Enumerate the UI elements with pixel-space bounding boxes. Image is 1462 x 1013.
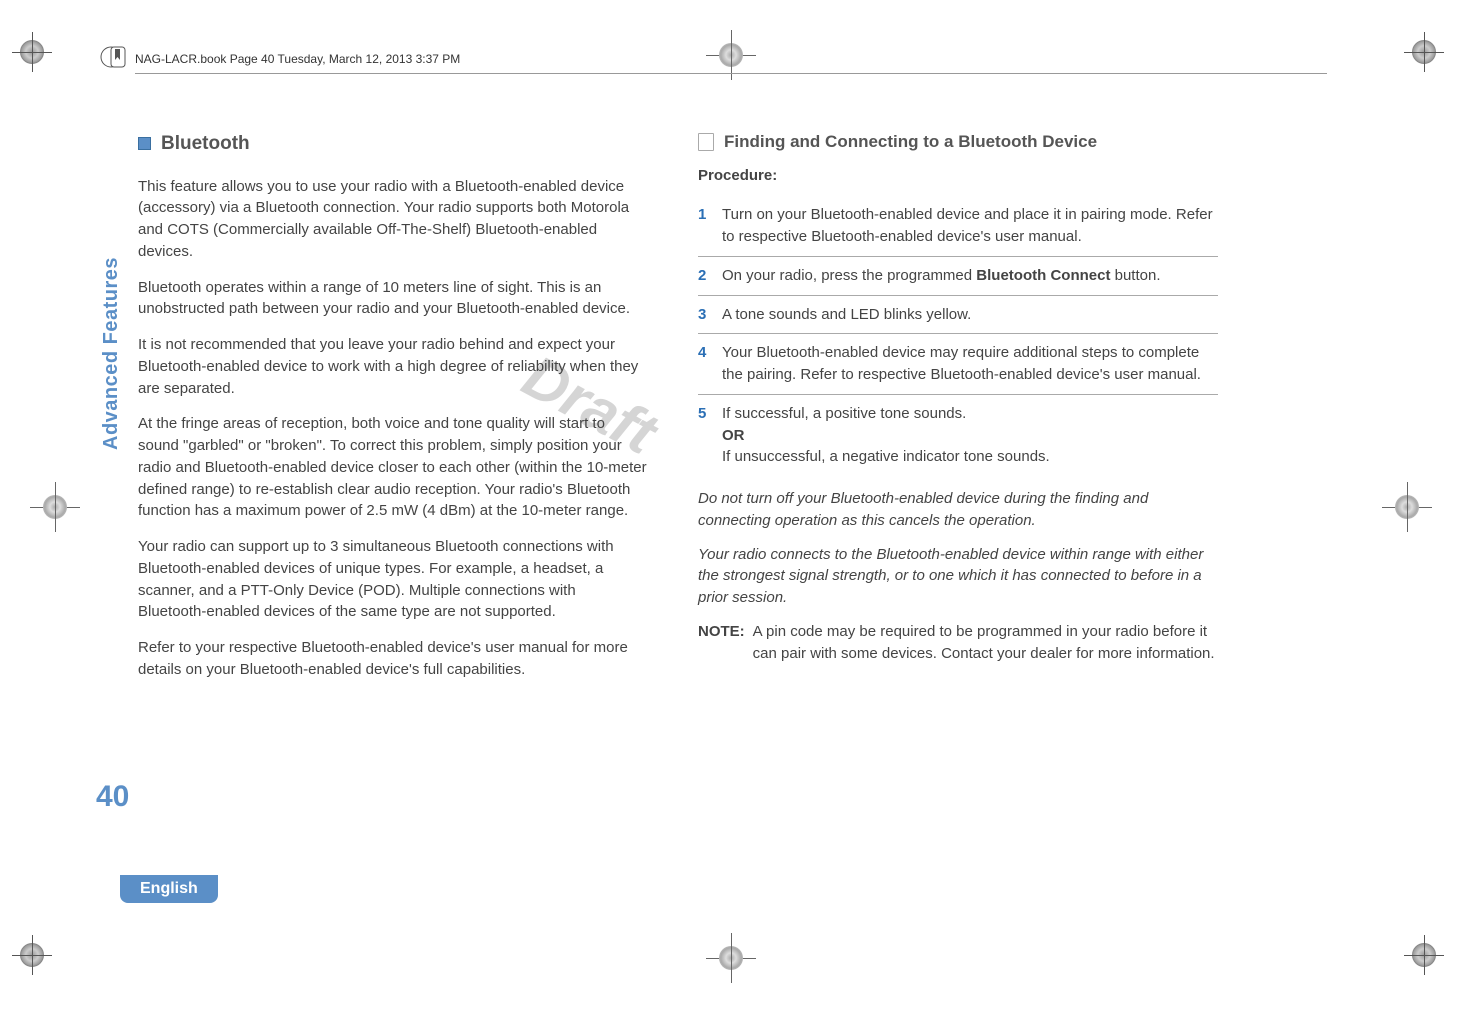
heading-text: Bluetooth	[161, 130, 250, 158]
paragraph: Your radio can support up to 3 simultane…	[138, 536, 648, 623]
note-label: NOTE:	[698, 621, 745, 665]
note-block: NOTE: A pin code may be required to be p…	[698, 621, 1218, 665]
step-number: 3	[698, 304, 712, 326]
step-text-part: button.	[1110, 267, 1160, 284]
step-text: On your radio, press the programmed Blue…	[722, 265, 1218, 287]
header-rule	[135, 73, 1327, 74]
step-or: OR	[722, 427, 745, 444]
procedure-step: 4 Your Bluetooth-enabled device may requ…	[698, 334, 1218, 395]
registration-mark-icon	[706, 933, 756, 983]
paragraph: It is not recommended that you leave you…	[138, 334, 648, 399]
sub-heading: Finding and Connecting to a Bluetooth De…	[698, 130, 1218, 155]
procedure-step: 1 Turn on your Bluetooth-enabled device …	[698, 196, 1218, 257]
page-number: 40	[96, 780, 129, 814]
left-column: Bluetooth This feature allows you to use…	[138, 130, 648, 893]
note-text: A pin code may be required to be program…	[753, 621, 1218, 665]
step-number: 5	[698, 403, 712, 468]
registration-mark-icon	[30, 482, 80, 532]
procedure-step: 3 A tone sounds and LED blinks yellow.	[698, 296, 1218, 335]
manual-icon	[698, 133, 714, 151]
step-number: 4	[698, 342, 712, 386]
registration-mark-icon	[1382, 482, 1432, 532]
paragraph: This feature allows you to use your radi…	[138, 176, 648, 263]
section-heading: Bluetooth	[138, 130, 648, 158]
step-line: If unsuccessful, a negative indicator to…	[722, 448, 1050, 465]
step-line: If successful, a positive tone sounds.	[722, 405, 966, 422]
content-area: Bluetooth This feature allows you to use…	[138, 130, 1362, 893]
heading-bullet-icon	[138, 137, 151, 150]
paragraph: At the fringe areas of reception, both v…	[138, 413, 648, 522]
right-column: Finding and Connecting to a Bluetooth De…	[698, 130, 1218, 893]
bookmark-icon	[100, 42, 130, 77]
step-text: Your Bluetooth-enabled device may requir…	[722, 342, 1218, 386]
page-header-text: NAG-LACR.book Page 40 Tuesday, March 12,…	[135, 52, 460, 66]
step-text-part: On your radio, press the programmed	[722, 267, 976, 284]
step-number: 2	[698, 265, 712, 287]
paragraph: Bluetooth operates within a range of 10 …	[138, 277, 648, 321]
side-tab-label: Advanced Features	[100, 257, 123, 450]
language-tab: English	[120, 875, 218, 903]
sub-heading-text: Finding and Connecting to a Bluetooth De…	[724, 130, 1097, 155]
step-text: If successful, a positive tone sounds. O…	[722, 403, 1218, 468]
step-text-bold: Bluetooth Connect	[976, 267, 1110, 284]
procedure-step: 2 On your radio, press the programmed Bl…	[698, 257, 1218, 296]
procedure-step: 5 If successful, a positive tone sounds.…	[698, 395, 1218, 476]
crop-mark-icon	[1412, 943, 1442, 973]
paragraph: Refer to your respective Bluetooth-enabl…	[138, 637, 648, 681]
procedure-label: Procedure:	[698, 165, 1218, 187]
crop-mark-icon	[1412, 40, 1442, 70]
crop-mark-icon	[20, 40, 50, 70]
step-text: Turn on your Bluetooth-enabled device an…	[722, 204, 1218, 248]
crop-mark-icon	[20, 943, 50, 973]
step-text: A tone sounds and LED blinks yellow.	[722, 304, 1218, 326]
italic-paragraph: Your radio connects to the Bluetooth-ena…	[698, 544, 1218, 609]
step-number: 1	[698, 204, 712, 248]
italic-paragraph: Do not turn off your Bluetooth-enabled d…	[698, 488, 1218, 532]
